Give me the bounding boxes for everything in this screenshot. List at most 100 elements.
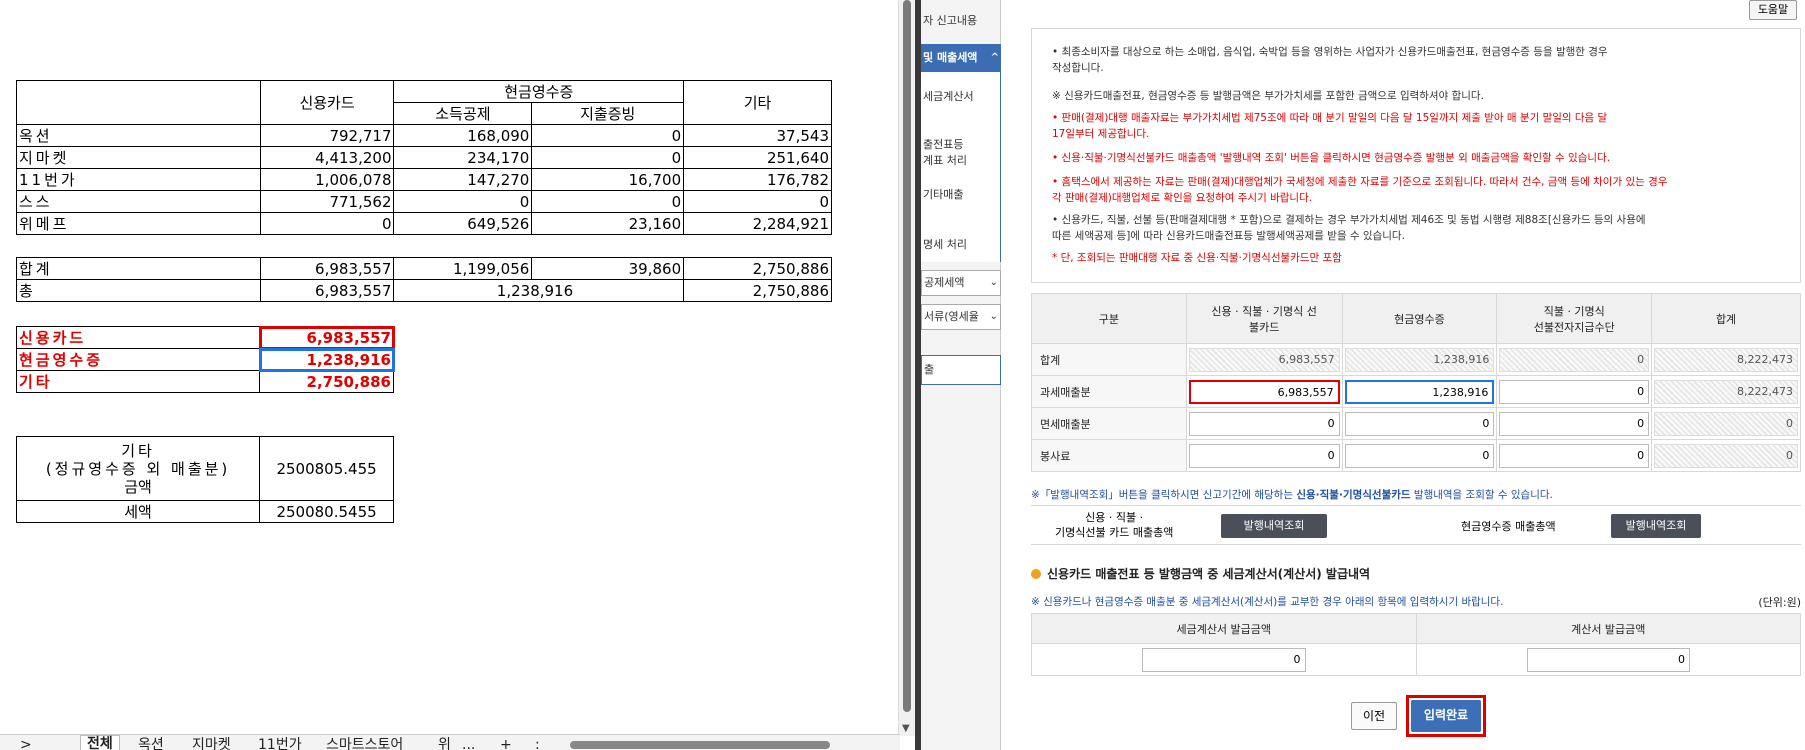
cell-income[interactable]: 147,270 [393, 168, 533, 191]
cell-income[interactable]: 168,090 [393, 124, 533, 147]
row-label[interactable]: 위메프 [16, 212, 261, 235]
calc-label-tax[interactable]: 세액 [15, 500, 261, 523]
header-expense[interactable]: 지출증빙 [531, 102, 685, 125]
exempt-credit-input[interactable]: 0 [1188, 411, 1340, 436]
summary-label[interactable]: 현금영수증 [15, 348, 261, 371]
cell-credit[interactable]: 0 [259, 212, 395, 235]
cell-other[interactable]: 2,284,921 [683, 212, 832, 235]
cash-issue-lookup-button[interactable]: 발행내역조회 [1611, 514, 1701, 538]
cell-income[interactable]: 0 [393, 190, 533, 213]
submit-button[interactable]: 입력완료 [1411, 700, 1481, 732]
prev-button[interactable]: 이전 [1351, 702, 1397, 730]
cell-other[interactable]: 2,750,886 [683, 257, 832, 280]
card-issue-lookup-button[interactable]: 발행내역조회 [1221, 514, 1327, 538]
taxable-cash-input[interactable]: 1,238,916 [1344, 379, 1495, 404]
cell-credit[interactable]: 4,413,200 [259, 146, 395, 169]
cell-other[interactable]: 0 [683, 190, 832, 213]
row-label[interactable]: 총 [16, 279, 261, 302]
cell-credit[interactable]: 6,983,557 [259, 257, 395, 280]
cell-other[interactable]: 176,782 [683, 168, 832, 191]
tab-auction[interactable]: 옥션 [138, 737, 164, 750]
row-label[interactable]: 11번가 [16, 168, 261, 191]
cell-credit[interactable]: 1,006,078 [259, 168, 395, 191]
nav-item-tax-invoice[interactable]: 세금계산서 [921, 88, 1001, 104]
chevron-down-icon[interactable]: ⌄ [990, 305, 998, 329]
tab-gmarket[interactable]: 지마켓 [192, 737, 231, 750]
nav-item-documents[interactable]: 서류(영세율 ⌄ [921, 304, 1001, 330]
header-income[interactable]: 소득공제 [393, 102, 533, 125]
taxable-credit-input[interactable]: 6,983,557 [1188, 379, 1340, 404]
cell-other[interactable]: 2,750,886 [683, 279, 832, 302]
cell-expense[interactable]: 0 [531, 190, 685, 213]
tab-options-icon[interactable]: : [535, 737, 540, 750]
tab-smartstore[interactable]: 스마트스토어 [326, 737, 403, 750]
cell-other[interactable]: 37,543 [683, 124, 832, 147]
cell-credit[interactable]: 792,717 [259, 124, 395, 147]
cell-credit[interactable]: 6,983,557 [259, 279, 395, 302]
cell-expense[interactable]: 39,860 [531, 257, 685, 280]
header-cash[interactable]: 현금영수증 [393, 80, 685, 103]
tax-invoice-input[interactable]: 0 [1142, 647, 1306, 672]
card-total-label-1: 신용 · 직불 · [1085, 511, 1144, 524]
summary-label[interactable]: 기타 [15, 370, 261, 393]
sheet-vertical-scrollbar[interactable]: ▼ [898, 0, 915, 736]
cell-other[interactable]: 251,640 [683, 146, 832, 169]
cell-expense[interactable]: 16,700 [531, 168, 685, 191]
notice-line: 각 판매(결제)대행업체로 확인을 요청하여 주시기 바랍니다. [1052, 192, 1313, 204]
nav-item-detail[interactable]: 명세 처리 [921, 236, 1001, 252]
summary-value[interactable]: 1,238,916 [258, 347, 395, 372]
tab-all[interactable]: 전체 [80, 735, 120, 750]
header-kind: 구분 [1031, 293, 1187, 344]
scroll-down-icon[interactable]: ▼ [902, 723, 910, 734]
notice-line: 17일부터 제공합니다. [1052, 128, 1150, 140]
cell-cash-total[interactable]: 1,238,916 [393, 279, 685, 302]
invoice-input[interactable]: 0 [1526, 647, 1690, 672]
summary-value[interactable]: 2,750,886 [259, 370, 394, 393]
taxable-debit-input[interactable]: 0 [1499, 379, 1650, 404]
nav-item-submit[interactable]: 출 [921, 355, 1001, 385]
header-credit[interactable]: 신용카드 [259, 80, 395, 125]
tab-scroll-icon[interactable]: > [20, 737, 32, 750]
more-tabs-icon[interactable]: ... [462, 737, 475, 750]
service-cash-input[interactable]: 0 [1344, 443, 1495, 468]
calc-value-amount[interactable]: 2500805.455 [259, 436, 394, 501]
cell-credit[interactable]: 771,562 [259, 190, 395, 213]
help-button[interactable]: 도움말 [1749, 0, 1797, 20]
cell-income[interactable]: 234,170 [393, 146, 533, 169]
add-tab-icon[interactable]: + [500, 737, 512, 750]
row-label[interactable]: 옥션 [16, 124, 261, 147]
summary-value[interactable]: 6,983,557 [258, 325, 395, 350]
calc-label[interactable]: 기타 (정규영수증 외 매출분) 금액 [15, 436, 261, 501]
section-title-text: 신용카드 매출전표 등 발행금액 중 세금계산서(계산서) 발급내역 [1047, 567, 1371, 581]
scroll-thumb[interactable] [903, 0, 911, 712]
summary-label[interactable]: 신용카드 [15, 326, 261, 349]
row-label[interactable]: 스스 [16, 190, 261, 213]
notice-line: • 최종소비자를 대상으로 하는 소매업, 음식업, 숙박업 등을 영위하는 사… [1052, 46, 1608, 58]
tab-wemakeprice[interactable]: 위 [438, 737, 451, 750]
tab-11st[interactable]: 11번가 [258, 737, 302, 750]
nav-item-other-sales[interactable]: 기타매출 [921, 186, 1001, 202]
exempt-cash-input[interactable]: 0 [1344, 411, 1495, 436]
service-debit-input[interactable]: 0 [1499, 443, 1650, 468]
chevron-down-icon[interactable]: ⌄ [990, 271, 998, 295]
nav-item-deduction[interactable]: 공제세액 ⌄ [921, 270, 1001, 296]
nav-item-card-slip-1[interactable]: 출전표등 [921, 136, 1001, 152]
exempt-debit-input[interactable]: 0 [1499, 411, 1650, 436]
cell-expense[interactable]: 0 [531, 124, 685, 147]
row-label[interactable]: 합계 [16, 257, 261, 280]
calc-value-tax[interactable]: 250080.5455 [259, 500, 394, 523]
nav-item-card-slip-2[interactable]: 계표 처리 [921, 152, 1001, 168]
row-label[interactable]: 지마켓 [16, 146, 261, 169]
collapse-icon[interactable]: ^ [991, 44, 999, 72]
service-credit-input[interactable]: 0 [1188, 443, 1340, 468]
cell-expense[interactable]: 0 [531, 146, 685, 169]
cell-expense[interactable]: 23,160 [531, 212, 685, 235]
cell-income[interactable]: 1,199,056 [393, 257, 533, 280]
cell-income[interactable]: 649,526 [393, 212, 533, 235]
sheet-horizontal-scrollbar[interactable] [570, 741, 830, 749]
notice-line: 따른 세액공제 등]에 따라 신용카드매출전표등 발행세액공제를 받을 수 있습… [1052, 230, 1405, 242]
nav-item-report[interactable]: 자 신고내용 [921, 12, 1001, 28]
header-other[interactable]: 기타 [683, 80, 832, 125]
cell-blank[interactable] [16, 80, 261, 125]
nav-item-sales-tax[interactable]: 및 매출세액 ^ [921, 44, 1001, 72]
